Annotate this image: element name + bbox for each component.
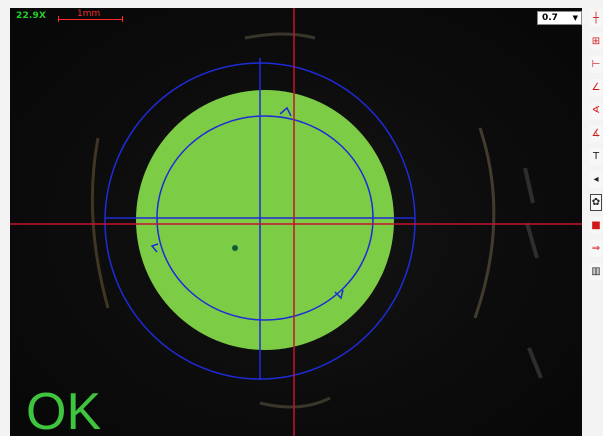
- line-measure-icon[interactable]: ⊢: [590, 56, 602, 73]
- center-point: [232, 245, 238, 251]
- magnification-label: 22.9X: [16, 11, 47, 21]
- result-status: OK: [26, 383, 102, 436]
- export-icon[interactable]: ⇒: [590, 240, 602, 257]
- crosshair-icon[interactable]: ┼: [590, 10, 602, 27]
- reflection-artifact: [523, 167, 543, 379]
- record-icon[interactable]: ■: [590, 217, 602, 234]
- chevron-down-icon[interactable]: ▼: [573, 12, 578, 24]
- cursor-icon[interactable]: ◂: [590, 171, 602, 188]
- camera-viewport[interactable]: 22.9X 1mm 0.7 ▼ OK: [10, 8, 582, 436]
- scale-bar-label: 1mm: [77, 9, 101, 19]
- text-icon[interactable]: T: [590, 148, 602, 165]
- tool-palette: ┼ ⊞ ⊢ ∠ ∢ ∡ T ◂ ✿ ■ ⇒ ▥: [590, 10, 603, 286]
- reflection-artifact: [473, 127, 496, 319]
- reflection-artifact: [244, 32, 316, 40]
- measurement-overlay: [10, 8, 582, 436]
- angle-icon[interactable]: ∠: [590, 79, 602, 96]
- measurement-fill: [136, 90, 394, 350]
- angle-three-point-icon[interactable]: ∢: [590, 102, 602, 119]
- grid-icon[interactable]: ⊞: [590, 33, 602, 50]
- inspection-window: 22.9X 1mm 0.7 ▼ OK ┼ ⊞ ⊢ ∠ ∢ ∡ T ◂ ✿ ■ ⇒…: [0, 0, 603, 436]
- zoom-value: 0.7: [542, 13, 558, 23]
- reflection-artifact: [259, 396, 331, 409]
- scale-bar: [58, 16, 123, 23]
- settings-icon[interactable]: ✿: [590, 194, 602, 211]
- barcode-icon[interactable]: ▥: [590, 263, 602, 280]
- angle-arc-icon[interactable]: ∡: [590, 125, 602, 142]
- zoom-select[interactable]: 0.7 ▼: [537, 11, 582, 25]
